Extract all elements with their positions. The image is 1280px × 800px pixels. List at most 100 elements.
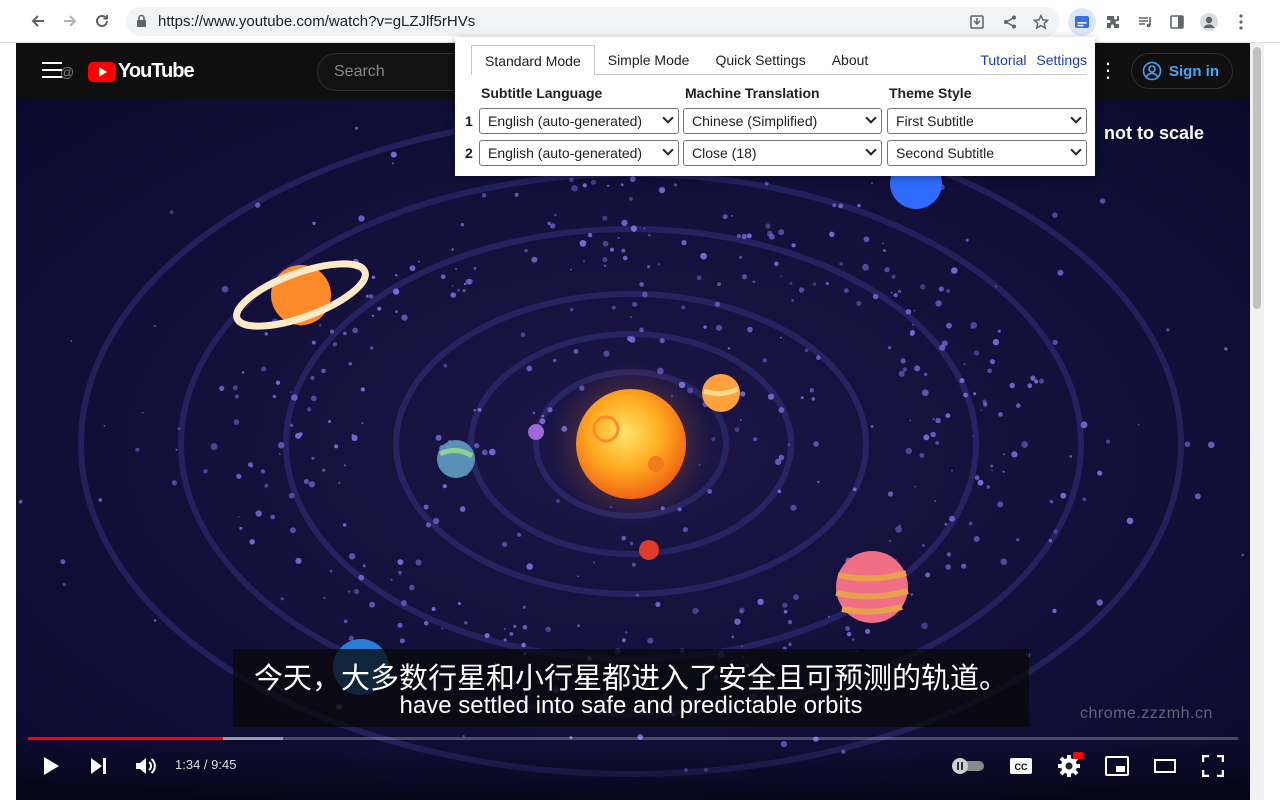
asteroid-dot xyxy=(141,411,144,414)
time-display: 1:34 / 9:45 xyxy=(175,757,237,772)
asteroid-dot xyxy=(739,418,743,421)
browser-menu-icon[interactable] xyxy=(1229,10,1253,34)
theme-style-select-1[interactable]: First Subtitle xyxy=(887,108,1087,134)
asteroid-dot xyxy=(1016,538,1020,542)
forward-icon[interactable] xyxy=(57,8,83,34)
asteroid-dot xyxy=(521,642,526,648)
asteroid-dot xyxy=(629,541,634,546)
tutorial-link[interactable]: Tutorial xyxy=(980,52,1026,68)
subtitle-language-select-2[interactable]: English (auto-generated) xyxy=(479,140,679,166)
autoplay-toggle[interactable] xyxy=(951,757,985,775)
asteroid-dot xyxy=(905,309,912,315)
asteroid-dot xyxy=(789,282,793,285)
settings-link[interactable]: Settings xyxy=(1036,52,1087,68)
dual-subtitle-box[interactable]: 今天，大多数行星和小行星都进入了安全且可预测的轨道。 have settled … xyxy=(233,649,1029,727)
address-bar[interactable]: https://www.youtube.com/watch?v=gLZJlf5r… xyxy=(126,7,1060,36)
asteroid-dot xyxy=(739,255,743,259)
fullscreen-button[interactable] xyxy=(1200,754,1226,778)
install-app-icon[interactable] xyxy=(968,13,986,31)
asteroid-dot xyxy=(401,600,407,607)
asteroid-dot xyxy=(887,346,892,350)
sign-in-button[interactable]: Sign in xyxy=(1131,53,1233,89)
asteroid-dot xyxy=(909,419,912,422)
asteroid-dot xyxy=(762,358,768,363)
machine-translation-select-2[interactable]: Close (18) xyxy=(683,140,882,166)
account-icon xyxy=(1142,61,1162,81)
captions-icon: CC xyxy=(1010,758,1032,774)
asteroid-dot xyxy=(312,221,316,225)
play-icon xyxy=(44,757,59,775)
media-queue-icon[interactable] xyxy=(1133,10,1157,34)
asteroid-dot xyxy=(963,363,966,366)
asteroid-dot xyxy=(884,267,890,273)
asteroid-dot xyxy=(513,624,517,628)
asteroid-dot xyxy=(843,288,849,293)
asteroid-dot xyxy=(905,447,912,455)
page-scrollbar[interactable] xyxy=(1250,43,1264,800)
volume-button[interactable] xyxy=(134,754,158,778)
scrollbar-thumb[interactable] xyxy=(1253,47,1261,309)
chevron-down-icon xyxy=(662,144,674,156)
asteroid-dot xyxy=(629,197,633,201)
asteroid-dot xyxy=(617,236,620,240)
tab-simple-mode[interactable]: Simple Mode xyxy=(595,45,703,75)
extensions-puzzle-icon[interactable] xyxy=(1101,10,1125,34)
asteroid-dot xyxy=(997,501,1004,508)
asteroid-dot xyxy=(237,515,240,518)
search-input[interactable]: Search xyxy=(317,53,477,91)
machine-translation-select-1[interactable]: Chinese (Simplified) xyxy=(683,108,882,134)
more-options-icon[interactable]: ⋮ xyxy=(1098,61,1118,81)
captions-button[interactable]: CC xyxy=(1008,755,1034,777)
skip-next-icon xyxy=(91,758,106,774)
asteroid-dot xyxy=(343,331,347,336)
subtitle-extension-icon[interactable] xyxy=(1068,8,1096,36)
settings-gear-icon xyxy=(1058,752,1083,777)
miniplayer-button[interactable] xyxy=(1104,755,1130,777)
asteroid-dot xyxy=(323,596,326,600)
youtube-logo[interactable]: YouTube xyxy=(88,60,195,83)
tab-about[interactable]: About xyxy=(819,45,882,75)
asteroid-dot xyxy=(1052,608,1057,614)
asteroid-dot xyxy=(793,594,799,601)
bookmark-star-icon[interactable] xyxy=(1032,13,1050,31)
asteroid-dot xyxy=(813,441,819,447)
asteroid-dot xyxy=(716,324,722,331)
subtitle-language-select-1[interactable]: English (auto-generated) xyxy=(479,108,679,134)
tab-quick-settings[interactable]: Quick Settings xyxy=(702,45,818,75)
asteroid-dot xyxy=(977,479,984,486)
asteroid-dot xyxy=(658,186,666,194)
progress-bar[interactable] xyxy=(28,737,1238,740)
video-player[interactable]: not to scale chrome.zzzmh.cn 今天，大多数行星和小行… xyxy=(16,99,1250,800)
asteroid-dot xyxy=(1208,441,1215,449)
asteroid-dot xyxy=(602,240,609,247)
side-panel-icon[interactable] xyxy=(1165,10,1189,34)
asteroid-dot xyxy=(919,453,925,458)
asteroid-dot xyxy=(621,535,626,541)
settings-button[interactable] xyxy=(1057,752,1083,778)
play-button[interactable] xyxy=(40,755,62,777)
asteroid-dot xyxy=(311,456,315,460)
back-icon[interactable] xyxy=(25,8,51,34)
profile-avatar-icon[interactable] xyxy=(1197,10,1221,34)
menu-icon[interactable] xyxy=(42,62,62,83)
next-button[interactable] xyxy=(88,755,110,777)
theme-style-select-2[interactable]: Second Subtitle xyxy=(887,140,1087,166)
asteroid-dot xyxy=(891,274,896,279)
share-icon[interactable] xyxy=(1001,13,1019,31)
asteroid-dot xyxy=(1039,378,1044,384)
theater-mode-button[interactable] xyxy=(1152,755,1178,777)
channel-watermark: chrome.zzzmh.cn xyxy=(1080,705,1213,722)
tab-standard-mode[interactable]: Standard Mode xyxy=(471,45,595,75)
asteroid-dot xyxy=(882,242,884,245)
asteroid-dot xyxy=(503,638,507,642)
asteroid-dot xyxy=(464,621,468,625)
asteroid-dot xyxy=(547,407,553,413)
asteroid-dot xyxy=(232,385,238,391)
reload-icon[interactable] xyxy=(89,8,115,34)
asteroid-dot xyxy=(477,408,482,412)
select-value: Close (18) xyxy=(692,145,757,161)
asteroid-dot xyxy=(862,263,869,271)
asteroid-dot xyxy=(986,485,991,489)
asteroid-dot xyxy=(353,588,359,595)
asteroid-dot xyxy=(348,553,356,560)
